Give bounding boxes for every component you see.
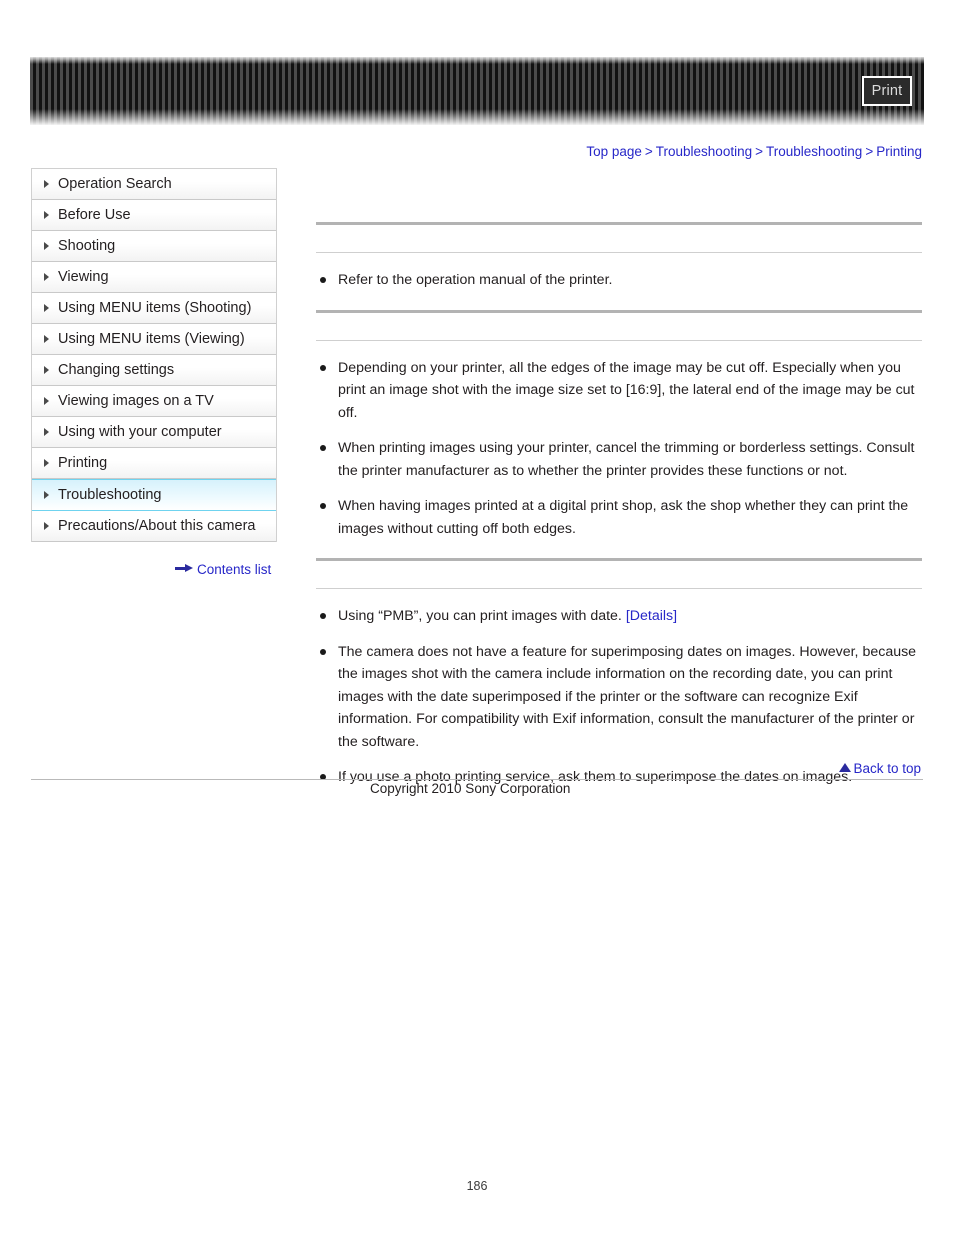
section-body: Refer to the operation manual of the pri…	[316, 253, 922, 310]
sidebar-item-label: Viewing images on a TV	[58, 393, 214, 409]
sidebar-item-operation-search[interactable]: Operation Search	[32, 169, 276, 200]
arrow-right-icon	[175, 563, 193, 573]
section-title	[316, 561, 922, 588]
triangle-right-icon	[44, 304, 49, 312]
breadcrumb-item-printing[interactable]: Printing	[876, 144, 922, 159]
triangle-right-icon	[44, 522, 49, 530]
triangle-right-icon	[44, 273, 49, 281]
bullet-list: Using “PMB”, you can print images with d…	[316, 605, 922, 789]
sidebar-item-printing[interactable]: Printing	[32, 448, 276, 479]
sidebar-item-label: Using MENU items (Viewing)	[58, 331, 245, 347]
sidebar-item-label: Before Use	[58, 207, 131, 223]
sidebar-item-using-with-your-computer[interactable]: Using with your computer	[32, 417, 276, 448]
page-number: 186	[466, 1179, 488, 1193]
contents-list-link[interactable]: Contents list	[175, 561, 271, 577]
triangle-right-icon	[44, 491, 49, 499]
breadcrumb-item-troubleshooting-1[interactable]: Troubleshooting	[656, 144, 752, 159]
bullet-list: Depending on your printer, all the edges…	[316, 357, 922, 541]
bullet-text: Using “PMB”, you can print images with d…	[338, 608, 626, 624]
triangle-right-icon	[44, 242, 49, 250]
contents-list-label: Contents list	[197, 561, 272, 577]
copyright-text: Copyright 2010 Sony Corporation	[370, 781, 571, 796]
triangle-right-icon	[44, 180, 49, 188]
triangle-right-icon	[44, 335, 49, 343]
bullet-text: The camera does not have a feature for s…	[338, 643, 917, 750]
details-link[interactable]: [Details]	[626, 608, 677, 624]
back-to-top-link[interactable]: Back to top	[839, 760, 921, 776]
sidebar-item-viewing[interactable]: Viewing	[32, 262, 276, 293]
sidebar-item-precautions-about-this-camera[interactable]: Precautions/About this camera	[32, 511, 276, 542]
bullet-item: Using “PMB”, you can print images with d…	[316, 605, 922, 628]
breadcrumb: Top page > Troubleshooting > Troubleshooting…	[586, 144, 922, 159]
sidebar-item-label: Printing	[58, 455, 108, 471]
triangle-up-icon	[839, 762, 852, 772]
sidebar-item-using-menu-items-viewing[interactable]: Using MENU items (Viewing)	[32, 324, 276, 355]
sidebar-item-label: Using with your computer	[58, 424, 222, 440]
section-body: Using “PMB”, you can print images with d…	[316, 589, 922, 807]
bullet-item: Depending on your printer, all the edges…	[316, 357, 922, 425]
bullet-item: When having images printed at a digital …	[316, 495, 922, 540]
bullet-text: When having images printed at a digital …	[338, 498, 909, 537]
sidebar-item-viewing-images-on-a-tv[interactable]: Viewing images on a TV	[32, 386, 276, 417]
sidebar-item-label: Troubleshooting	[58, 487, 162, 503]
sidebar-item-changing-settings[interactable]: Changing settings	[32, 355, 276, 386]
breadcrumb-separator: >	[644, 144, 653, 159]
sidebar-item-using-menu-items-shooting[interactable]: Using MENU items (Shooting)	[32, 293, 276, 324]
sidebar-navigation: Operation Search Before Use Shooting Viewin…	[31, 168, 277, 542]
bullet-item: The camera does not have a feature for s…	[316, 641, 922, 754]
sidebar-item-label: Using MENU items (Shooting)	[58, 300, 252, 316]
triangle-right-icon	[44, 428, 49, 436]
footer-divider	[31, 779, 923, 780]
breadcrumb-item-troubleshooting-2[interactable]: Troubleshooting	[766, 144, 862, 159]
main-content: Refer to the operation manual of the pri…	[316, 222, 922, 807]
sidebar-item-label: Changing settings	[58, 362, 175, 378]
breadcrumb-separator: >	[755, 144, 763, 159]
section-body: Depending on your printer, all the edges…	[316, 341, 922, 559]
sidebar-item-shooting[interactable]: Shooting	[32, 231, 276, 262]
triangle-right-icon	[44, 459, 49, 467]
sidebar-item-label: Precautions/About this camera	[58, 518, 256, 534]
back-to-top-label: Back to top	[853, 760, 921, 776]
breadcrumb-separator: >	[865, 144, 874, 159]
bullet-item: Refer to the operation manual of the pri…	[316, 269, 922, 292]
bullet-text: When printing images using your printer,…	[338, 440, 915, 479]
print-button[interactable]: Print	[862, 76, 912, 106]
section-title	[316, 313, 922, 340]
triangle-right-icon	[44, 397, 49, 405]
header-banner: Print	[30, 57, 924, 125]
bullet-item: When printing images using your printer,…	[316, 437, 922, 482]
bullet-list: Refer to the operation manual of the pri…	[316, 269, 922, 292]
section-title	[316, 225, 922, 252]
triangle-right-icon	[44, 211, 49, 219]
triangle-right-icon	[44, 366, 49, 374]
sidebar-item-label: Viewing	[58, 269, 109, 285]
sidebar-item-before-use[interactable]: Before Use	[32, 200, 276, 231]
sidebar-item-troubleshooting[interactable]: Troubleshooting	[32, 479, 276, 511]
breadcrumb-item-top-page[interactable]: Top page	[586, 144, 642, 159]
sidebar-item-label: Operation Search	[58, 176, 172, 192]
bullet-text: Refer to the operation manual of the pri…	[338, 272, 613, 288]
sidebar-item-label: Shooting	[58, 238, 116, 254]
bullet-text: Depending on your printer, all the edges…	[338, 359, 915, 421]
